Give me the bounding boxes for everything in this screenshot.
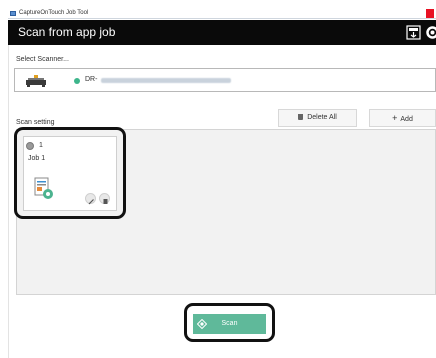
trash-icon <box>298 114 304 120</box>
scanner-icon <box>26 75 46 87</box>
select-scanner-label: Select Scanner... <box>16 56 69 63</box>
add-label: Add <box>400 116 413 123</box>
plus-icon: + <box>392 113 398 123</box>
window-titlebar: CaptureOnTouch Job Tool <box>8 8 436 19</box>
scanner-model: DR- <box>85 76 98 83</box>
app-icon <box>10 11 16 16</box>
gear-icon[interactable] <box>425 25 436 40</box>
job-card-highlight <box>14 127 126 219</box>
scan-button-highlight <box>184 303 275 342</box>
window-left-edge <box>8 45 9 358</box>
delete-all-label: Delete All <box>307 114 337 121</box>
add-button[interactable]: + Add <box>369 109 436 127</box>
scanner-settings-icon[interactable] <box>406 25 421 40</box>
scanner-selector[interactable]: DR- <box>14 68 436 92</box>
app-header: Scan from app job <box>8 20 436 45</box>
delete-all-button[interactable]: Delete All <box>278 109 357 127</box>
page-title: Scan from app job <box>18 25 116 39</box>
close-window-button[interactable] <box>426 9 434 18</box>
scan-setting-label: Scan setting <box>16 119 55 126</box>
scanner-status-dot <box>74 78 80 84</box>
window-title: CaptureOnTouch Job Tool <box>19 10 89 16</box>
scanner-model-redacted <box>101 78 231 83</box>
